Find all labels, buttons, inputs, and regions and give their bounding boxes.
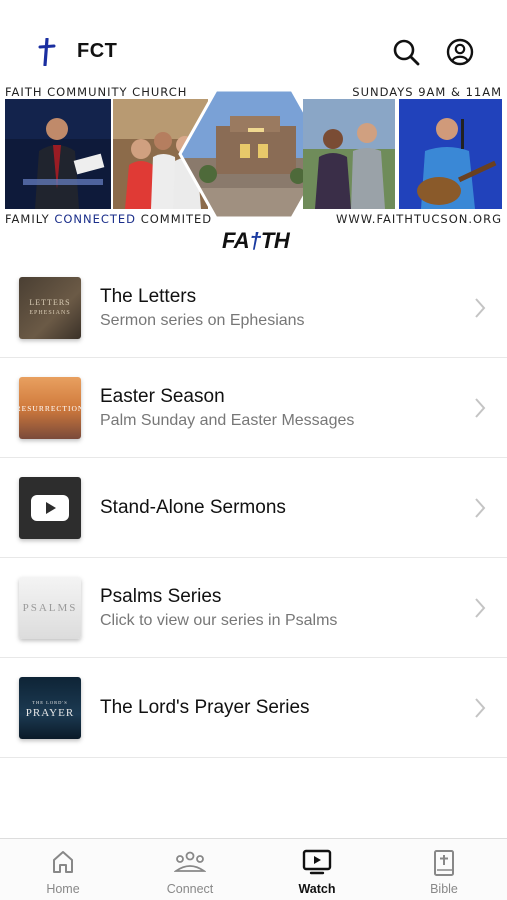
tv-play-icon (302, 849, 332, 875)
banner-church-name: FAITH COMMUNITY CHURCH (5, 85, 188, 99)
chevron-right-icon (475, 298, 486, 318)
series-thumbnail: LETTERS EPHESIANS (19, 277, 81, 339)
series-thumbnail: RESURRECTION (19, 377, 81, 439)
chevron-right-icon (475, 398, 486, 418)
series-thumbnail: PSALMS (19, 577, 81, 639)
banner-tagline: FAMILY CONNECTED COMMITED (5, 212, 213, 226)
bible-icon (434, 850, 454, 876)
tab-label: Bible (430, 882, 458, 896)
list-item-subtitle: Sermon series on Ephesians (100, 312, 305, 329)
list-item-subtitle: Palm Sunday and Easter Messages (100, 412, 355, 429)
play-icon (31, 495, 69, 521)
banner-photo-worship-leader (399, 99, 502, 209)
app-title: FCT (77, 40, 118, 62)
search-icon[interactable] (392, 38, 420, 66)
tab-watch[interactable]: Watch (254, 839, 380, 900)
list-item-title: Easter Season (100, 386, 225, 407)
chevron-right-icon (475, 698, 486, 718)
tab-label: Watch (298, 882, 336, 896)
tab-bible[interactable]: Bible (381, 839, 507, 900)
tab-label: Connect (166, 882, 214, 896)
list-item-title: The Letters (100, 286, 197, 307)
home-icon (53, 851, 73, 873)
faith-logo: FA†TH (222, 228, 290, 253)
tab-home[interactable]: Home (0, 839, 126, 900)
list-item-subtitle: Click to view our series in Psalms (100, 612, 338, 629)
tab-label: Home (46, 882, 80, 896)
church-banner[interactable]: FAITH COMMUNITY CHURCH SUNDAYS 9AM & 11A… (0, 82, 507, 260)
app-header: FCT (0, 0, 507, 88)
tab-connect[interactable]: Connect (127, 839, 253, 900)
series-thumbnail (19, 477, 81, 539)
list-item-title: Stand-Alone Sermons (100, 497, 286, 518)
list-item-title: Psalms Series (100, 586, 222, 607)
list-item[interactable]: PSALMS Psalms Series Click to view our s… (0, 558, 507, 658)
people-icon (174, 851, 206, 872)
chevron-right-icon (475, 598, 486, 618)
series-thumbnail: THE LORD'S PRAYER (19, 677, 81, 739)
bottom-tab-bar: Home Connect Watch Bible (0, 838, 507, 900)
list-item-title: The Lord's Prayer Series (100, 697, 310, 718)
list-item[interactable]: THE LORD'S PRAYER The Lord's Prayer Serie… (0, 658, 507, 758)
banner-website: WWW.FAITHTUCSON.ORG (336, 212, 502, 226)
banner-photo-preacher (5, 99, 111, 209)
list-item[interactable]: RESURRECTION Easter Season Palm Sunday a… (0, 358, 507, 458)
list-item[interactable]: LETTERS EPHESIANS The Letters Sermon seri… (0, 258, 507, 358)
list-item[interactable]: Stand-Alone Sermons (0, 458, 507, 558)
cross-logo-icon (38, 38, 56, 66)
banner-photo-friends (303, 99, 395, 209)
series-list: LETTERS EPHESIANS The Letters Sermon seri… (0, 258, 507, 758)
account-icon[interactable] (446, 38, 474, 66)
chevron-right-icon (475, 498, 486, 518)
banner-service-times: SUNDAYS 9AM & 11AM (352, 85, 502, 99)
